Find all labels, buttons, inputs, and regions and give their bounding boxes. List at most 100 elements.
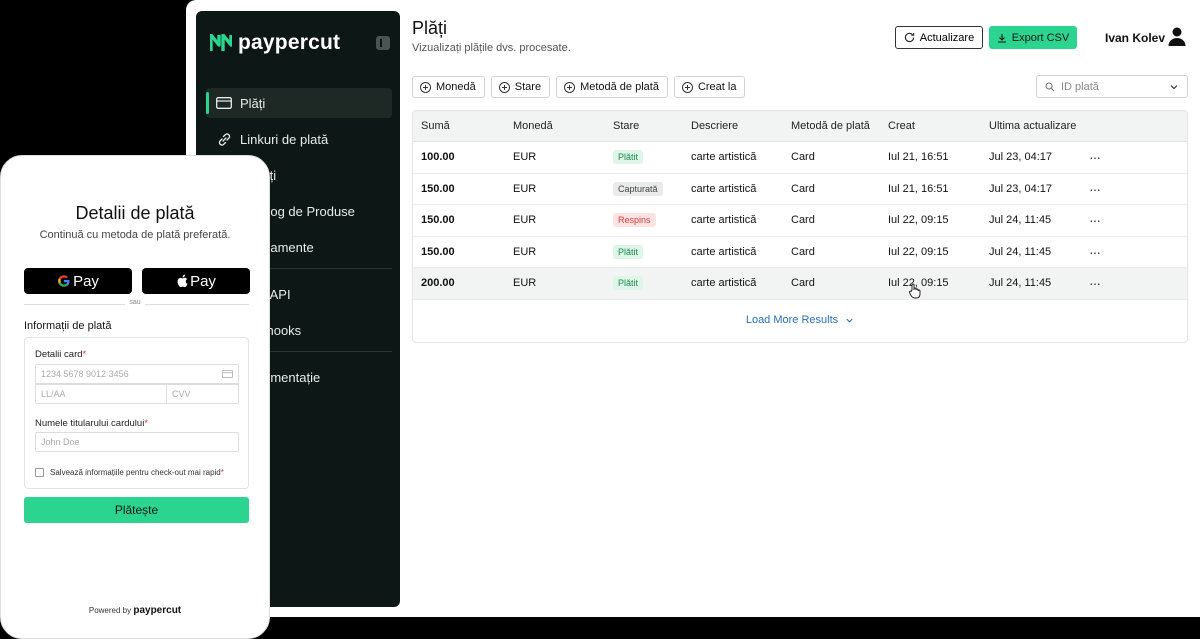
more-actions-icon[interactable]: ··· [1089, 244, 1129, 260]
user-avatar-icon[interactable] [1167, 26, 1187, 46]
column-header[interactable]: Stare [613, 120, 691, 132]
table-row[interactable]: 200.00 EUR Plătit carte artistică Card I… [413, 268, 1187, 300]
save-info-label: Salvează informațiile pentru check-out m… [50, 468, 224, 477]
payment-info-title: Informații de plată [24, 320, 112, 332]
refresh-button[interactable]: Actualizare [895, 26, 983, 49]
plus-circle-icon [498, 81, 510, 93]
load-more-button[interactable]: Load More Results [413, 314, 1187, 326]
table-row[interactable]: 150.00 EUR Plătit carte artistică Card I… [413, 236, 1187, 268]
sidebar-item-label: Plăți [240, 95, 266, 111]
link-icon [216, 131, 232, 147]
currency-cell: EUR [513, 151, 537, 164]
checkout-title: Detalii de plată [75, 203, 195, 223]
refresh-label: Actualizare [919, 31, 975, 44]
powered-by-brand: paypercut [133, 605, 182, 616]
filter-label: Metodă de plată [580, 81, 659, 93]
currency-cell: EUR [513, 245, 537, 258]
status-cell: Plătit [613, 276, 691, 291]
column-header[interactable]: Metodă de plată [788, 120, 888, 132]
plus-circle-icon [420, 81, 431, 93]
cardholder-placeholder: John Doe [41, 437, 80, 447]
description-cell: carte artistică [691, 214, 757, 227]
cardholder-input[interactable]: John Doe [35, 432, 239, 452]
status-cell: Plătit [613, 150, 691, 165]
sidebar-item-payments[interactable]: Plăți [206, 88, 392, 118]
table-row[interactable]: 100.00 EUR Plătit carte artistică Card I… [413, 142, 1187, 174]
logo[interactable]: paypercut [210, 31, 340, 55]
card-number-placeholder: 1234 5678 9012 3456 [41, 369, 129, 379]
more-actions-icon[interactable]: ··· [1089, 275, 1129, 291]
column-header[interactable]: Ultima actualizare [989, 120, 1089, 132]
column-header[interactable]: Monedă [513, 120, 613, 132]
card-icon [222, 370, 233, 378]
more-actions-icon[interactable]: ··· [1089, 212, 1129, 228]
sidebar-item-payment-links[interactable]: Linkuri de plată [206, 124, 392, 154]
apple-pay-button[interactable]: Pay [142, 268, 250, 294]
required-mark: * [82, 349, 87, 360]
updated-cell: Jul 23, 04:17 [989, 151, 1052, 164]
column-header[interactable]: Creat [888, 120, 989, 132]
more-actions-icon[interactable]: ··· [1089, 149, 1129, 165]
status-cell: Capturată [613, 181, 691, 196]
updated-cell: Jul 24, 11:45 [989, 277, 1052, 290]
card-icon [216, 95, 232, 111]
google-g-icon [58, 275, 70, 287]
amount-cell: 200.00 [421, 277, 455, 290]
checkout-subtitle: Continuă cu metoda de plată preferată. [39, 229, 231, 241]
refresh-icon [904, 32, 914, 43]
updated-cell: Jul 23, 04:17 [989, 182, 1052, 195]
table-row[interactable]: 150.00 EUR Capturată carte artistică Car… [413, 173, 1187, 205]
filter-created[interactable]: Creat la [673, 76, 746, 98]
pay-button[interactable]: Plătește [24, 497, 249, 523]
search-placeholder: ID plată [1061, 80, 1099, 93]
method-cell: Card [791, 245, 815, 258]
description-cell: carte artistică [691, 245, 757, 258]
save-info-row[interactable]: Salvează informațiile pentru check-out m… [35, 468, 224, 477]
filter-label: Stare [514, 81, 542, 93]
plus-circle-icon [681, 81, 693, 93]
cardholder-label-text: Numele titularului cardului [35, 418, 145, 429]
status-badge: Plătit [613, 276, 644, 291]
export-csv-button[interactable]: Export CSV [989, 26, 1077, 49]
save-info-checkbox[interactable] [35, 468, 44, 477]
google-pay-label: Pay [73, 272, 99, 290]
created-cell: Iul 22, 09:15 [888, 277, 949, 290]
user-name[interactable]: Ivan Kolev [1105, 31, 1165, 45]
filter-bar: Monedă Stare Metodă de plată Creat la [412, 76, 746, 98]
powered-by-text: Powered by [88, 606, 132, 615]
filter-currency[interactable]: Monedă [412, 76, 485, 98]
checkout-mobile-card: Detalii de plată Continuă cu metoda de p… [0, 155, 270, 639]
collapse-sidebar-icon[interactable] [376, 36, 390, 50]
cardholder-label: Numele titularului cardului* [35, 418, 148, 429]
expiry-input[interactable]: LL/AA [35, 384, 167, 404]
currency-cell: EUR [513, 182, 537, 195]
filter-status[interactable]: Stare [490, 76, 551, 98]
expiry-placeholder: LL/AA [41, 389, 66, 399]
filter-label: Creat la [697, 81, 737, 93]
amount-cell: 100.00 [421, 151, 455, 164]
more-actions-icon[interactable]: ··· [1089, 181, 1129, 197]
updated-cell: Jul 24, 11:45 [989, 214, 1052, 227]
payments-table: Sumă Monedă Stare Descriere Metodă de pl… [412, 110, 1188, 343]
filter-label: Monedă [436, 81, 476, 93]
filter-payment-method[interactable]: Metodă de plată [556, 76, 668, 98]
table-row[interactable]: 150.00 EUR Respins carte artistică Card … [413, 205, 1187, 237]
sidebar-item-label: Linkuri de plată [240, 131, 329, 147]
card-label-text: Detalii card [35, 349, 83, 360]
card-form: Detalii card* 1234 5678 9012 3456 LL/AA … [24, 337, 249, 489]
logo-text: paypercut [238, 31, 341, 54]
cvv-input[interactable]: CVV [166, 384, 239, 404]
separator-label: sau [125, 299, 145, 306]
amount-cell: 150.00 [421, 182, 455, 195]
column-header[interactable]: Sumă [413, 120, 513, 132]
payment-id-search[interactable]: ID plată [1036, 75, 1188, 98]
column-header[interactable]: Descriere [691, 120, 788, 132]
google-pay-button[interactable]: Pay [24, 268, 132, 294]
status-badge: Capturată [613, 181, 663, 196]
chevron-down-icon [1170, 85, 1178, 90]
status-cell: Respins [613, 213, 691, 228]
card-number-input[interactable]: 1234 5678 9012 3456 [35, 364, 239, 384]
description-cell: carte artistică [691, 182, 757, 195]
download-icon [997, 33, 1006, 43]
page-subtitle: Vizualizați plățile dvs. procesate. [412, 42, 571, 54]
